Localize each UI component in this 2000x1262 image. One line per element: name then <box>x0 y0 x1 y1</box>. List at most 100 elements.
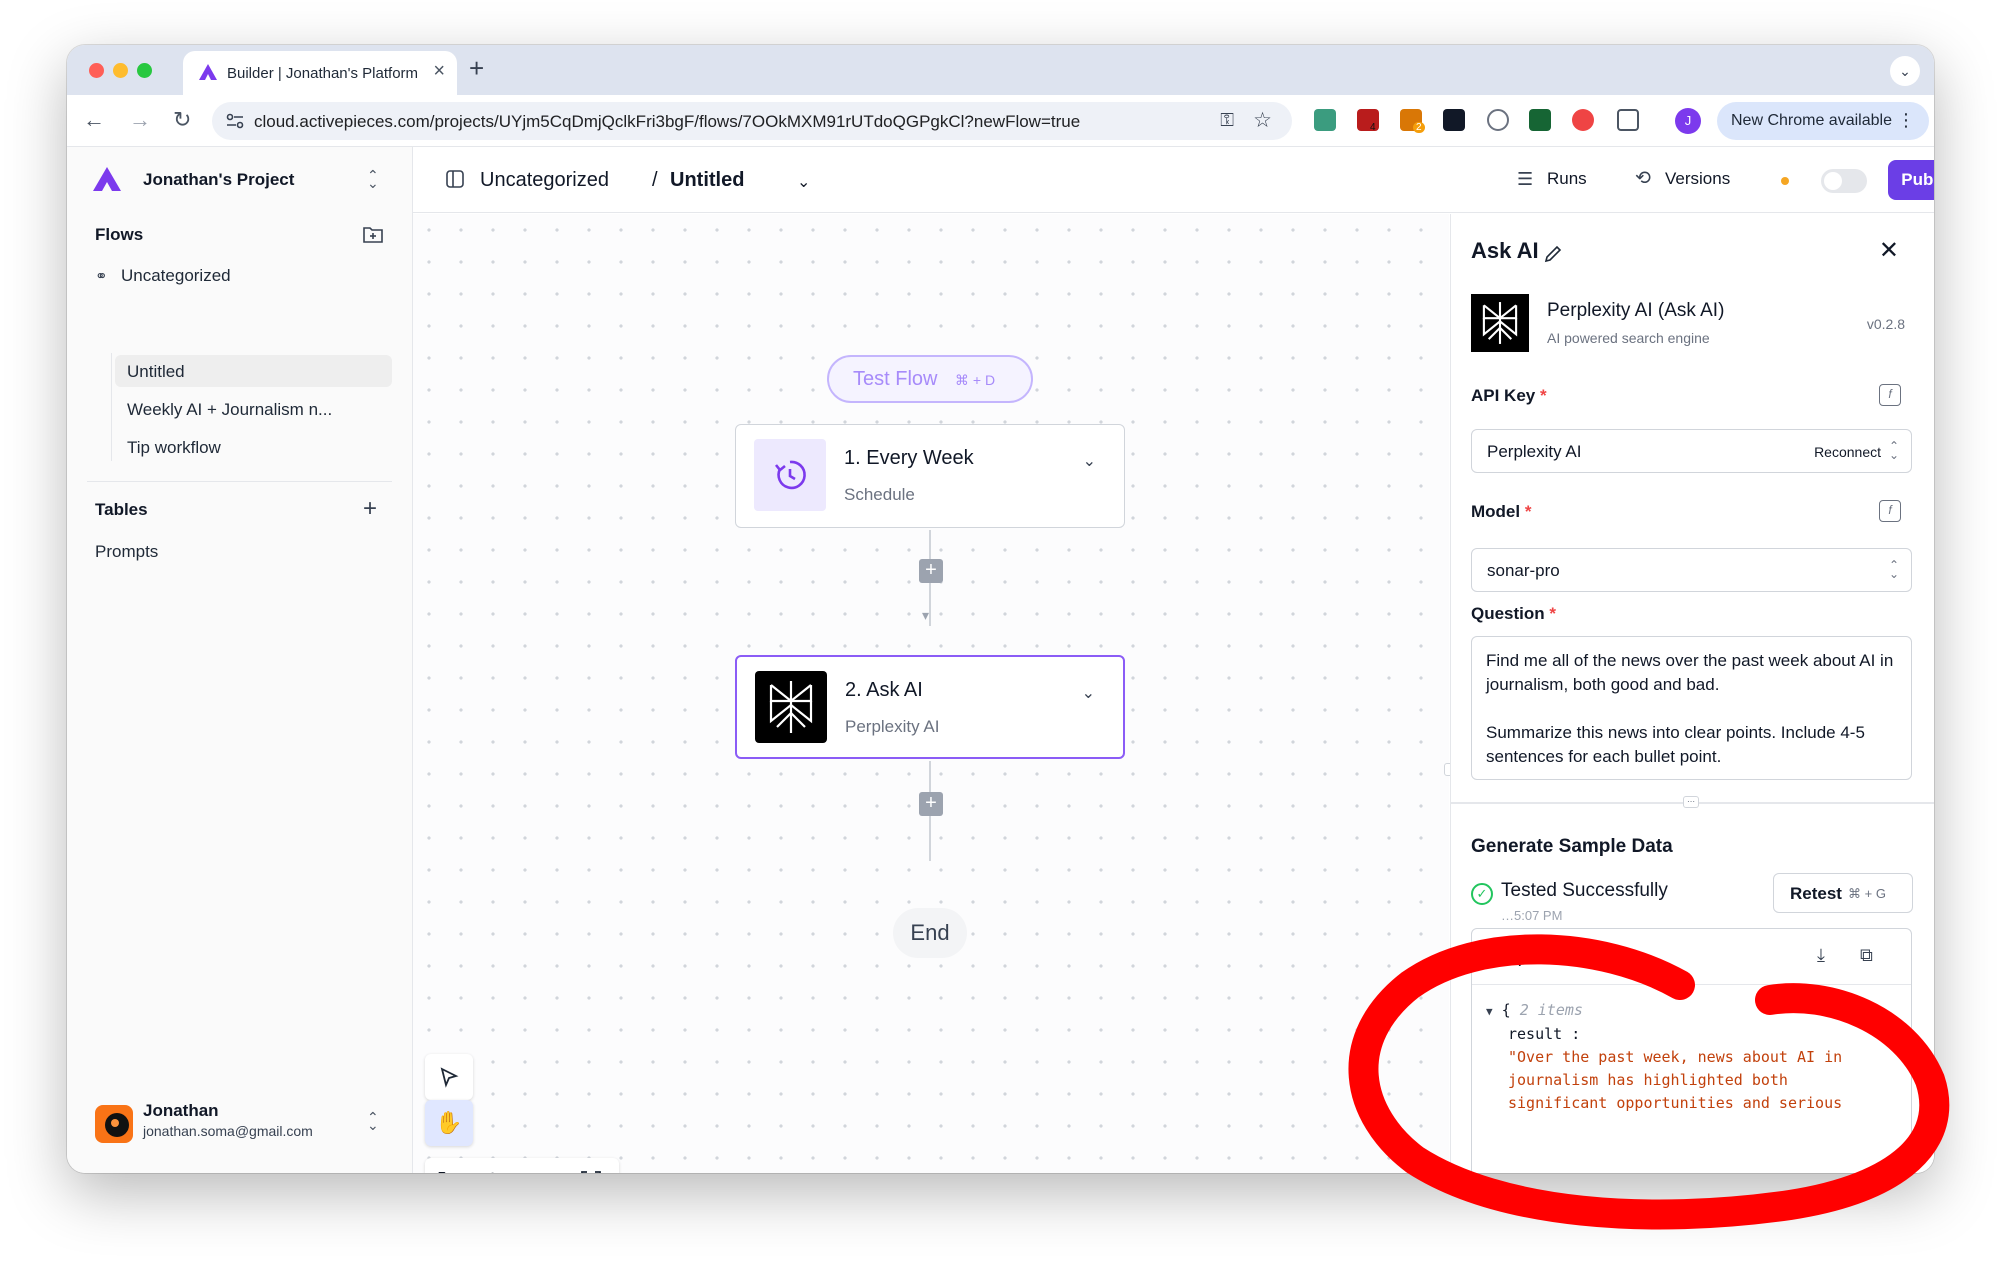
flow-title[interactable]: Untitled <box>670 169 744 192</box>
maximize-window-dot[interactable] <box>137 63 152 78</box>
test-flow-button[interactable]: Test Flow ⌘ + D <box>827 355 1033 403</box>
tab-title: Builder | Jonathan's Platform <box>227 65 419 82</box>
step-menu-chevron-icon[interactable]: ⌄ <box>1082 683 1095 703</box>
panel-title[interactable]: Ask AI <box>1471 238 1539 264</box>
question-label: Question * <box>1471 604 1556 624</box>
dynamic-value-icon[interactable]: f <box>1879 384 1901 406</box>
table-item[interactable]: Prompts <box>95 542 158 562</box>
add-table-icon[interactable]: + <box>363 495 377 523</box>
tab-close-icon[interactable]: × <box>433 60 445 83</box>
step-menu-chevron-icon[interactable]: ⌄ <box>1083 451 1096 471</box>
zoom-in-icon[interactable]: + <box>485 1164 500 1173</box>
add-step-button[interactable]: + <box>919 792 943 816</box>
minimize-window-dot[interactable] <box>113 63 128 78</box>
panel-split-handle[interactable]: ⋯ <box>1683 796 1699 808</box>
runs-button[interactable]: Runs <box>1547 169 1587 189</box>
required-asterisk: * <box>1524 502 1532 521</box>
step-subtitle: Schedule <box>844 485 915 504</box>
extension-badge: 2 <box>1413 122 1425 133</box>
select-tool-button[interactable] <box>425 1054 473 1100</box>
extension-green-dark-icon[interactable] <box>1529 109 1551 131</box>
pan-tool-button[interactable]: ✋ <box>425 1100 473 1146</box>
flow-canvas[interactable]: Test Flow ⌘ + D 1. Every Week Schedule ⌄… <box>413 214 1449 1173</box>
zoom-out-icon[interactable]: − <box>533 1164 548 1173</box>
retest-label: Retest <box>1790 884 1842 903</box>
download-ext-icon[interactable] <box>1487 109 1509 131</box>
reset-view-icon[interactable]: ↻ <box>437 1167 455 1173</box>
avatar-image-icon <box>105 1113 129 1137</box>
flow-item[interactable]: Weekly AI + Journalism n... <box>127 400 332 420</box>
publish-button[interactable]: Publish <box>1888 160 1934 200</box>
step-subtitle: Perplexity AI <box>845 717 940 736</box>
close-panel-icon[interactable]: ✕ <box>1879 236 1899 265</box>
close-window-dot[interactable] <box>89 63 104 78</box>
perplexity-logo-icon <box>1482 302 1518 344</box>
user-menu-icon[interactable]: ⌃ ⌄ <box>367 1110 379 1132</box>
chrome-update-button[interactable]: New Chrome available ⋮ <box>1717 102 1929 140</box>
user-avatar[interactable] <box>95 1105 133 1143</box>
project-name[interactable]: Jonathan's Project <box>143 170 294 190</box>
flow-enable-toggle[interactable] <box>1821 169 1867 193</box>
project-switcher-icon[interactable]: ⌃ ⌄ <box>367 168 379 190</box>
user-name: Jonathan <box>143 1101 219 1120</box>
bookmark-star-icon[interactable]: ☆ <box>1253 108 1272 133</box>
folder-uncategorized[interactable]: Uncategorized <box>121 266 231 286</box>
cursor-arrow-icon <box>440 1067 459 1088</box>
extension-ball-icon[interactable] <box>1572 109 1594 131</box>
new-folder-icon[interactable] <box>363 225 383 243</box>
question-textarea[interactable]: Find me all of the news over the past we… <box>1471 636 1912 780</box>
tab-search-chevron-icon[interactable]: ⌄ <box>1890 56 1920 86</box>
model-value: sonar-pro <box>1487 561 1560 580</box>
runs-list-icon: ☰ <box>1517 169 1534 189</box>
piece-name: Perplexity AI (Ask AI) <box>1547 300 1725 321</box>
flow-item[interactable]: Tip workflow <box>127 438 221 458</box>
site-settings-icon[interactable] <box>226 113 244 129</box>
versions-button[interactable]: Versions <box>1665 169 1730 189</box>
versions-history-icon: ⟲ <box>1635 168 1651 189</box>
collapse-triangle-icon[interactable]: ▼ <box>1486 1005 1493 1018</box>
json-brace: { <box>1501 1001 1511 1019</box>
browser-window: Builder | Jonathan's Platform × + ⌄ ← → … <box>67 45 1934 1173</box>
copy-icon[interactable]: ⧉ <box>1860 945 1873 966</box>
retest-button[interactable]: Retest ⌘ + G <box>1773 873 1913 913</box>
address-bar[interactable]: cloud.activepieces.com/projects/UYjm5CqD… <box>212 102 1292 140</box>
extension-dark-icon[interactable] <box>1443 109 1465 131</box>
select-chevrons-icon: ⌃ ⌄ <box>1888 439 1899 462</box>
toggle-knob <box>1824 172 1842 190</box>
step-icon-box <box>754 439 826 511</box>
user-email: jonathan.soma@gmail.com <box>143 1123 313 1139</box>
step-card-trigger[interactable]: 1. Every Week Schedule ⌄ <box>735 424 1125 528</box>
password-key-icon[interactable]: ⚿ <box>1220 110 1234 131</box>
add-step-button[interactable]: + <box>919 559 943 583</box>
success-check-icon: ✓ <box>1471 883 1493 905</box>
toggle-sidebar-icon[interactable] <box>445 169 465 189</box>
api-key-select[interactable]: Perplexity AI Reconnect ⌃ ⌄ <box>1471 429 1912 473</box>
breadcrumb-folder[interactable]: Uncategorized <box>480 169 609 192</box>
browser-tab[interactable]: Builder | Jonathan's Platform × <box>183 51 457 95</box>
sample-data-heading: Generate Sample Data <box>1471 836 1673 857</box>
question-paragraph: Summarize this news into clear points. I… <box>1486 723 1865 766</box>
forward-arrow-icon[interactable]: → <box>129 107 151 133</box>
kebab-menu-icon[interactable]: ⋮ <box>1897 110 1915 131</box>
new-tab-icon[interactable]: + <box>469 53 484 84</box>
download-icon[interactable]: ⤓ <box>1817 945 1825 966</box>
back-arrow-icon[interactable]: ← <box>83 107 105 133</box>
extension-green-icon[interactable] <box>1314 109 1336 131</box>
json-key: result : <box>1508 1025 1581 1043</box>
profile-avatar[interactable]: J <box>1675 108 1701 134</box>
edit-pencil-icon[interactable] <box>1543 244 1563 264</box>
flow-item[interactable]: Untitled <box>127 362 185 382</box>
model-select[interactable]: sonar-pro ⌃ ⌄ <box>1471 548 1912 592</box>
reload-icon[interactable]: ↻ <box>173 107 191 133</box>
app: Jonathan's Project ⌃ ⌄ Flows ⚭ Uncategori… <box>67 147 1934 1173</box>
extensions-puzzle-icon[interactable] <box>1617 109 1639 131</box>
builder-topbar: Uncategorized / Untitled ⌄ ☰ Runs ⟲ Vers… <box>413 147 1934 213</box>
dynamic-value-icon[interactable]: f <box>1879 500 1901 522</box>
step-card-ask-ai[interactable]: 2. Ask AI Perplexity AI ⌄ <box>735 655 1125 759</box>
extension-badge: 4 <box>1370 122 1376 133</box>
flow-menu-chevron-icon[interactable]: ⌄ <box>797 172 810 192</box>
test-flow-label: Test Flow <box>853 368 938 390</box>
fit-view-icon[interactable] <box>580 1170 602 1173</box>
reconnect-button[interactable]: Reconnect <box>1814 444 1881 460</box>
draft-status-dot <box>1781 177 1789 185</box>
